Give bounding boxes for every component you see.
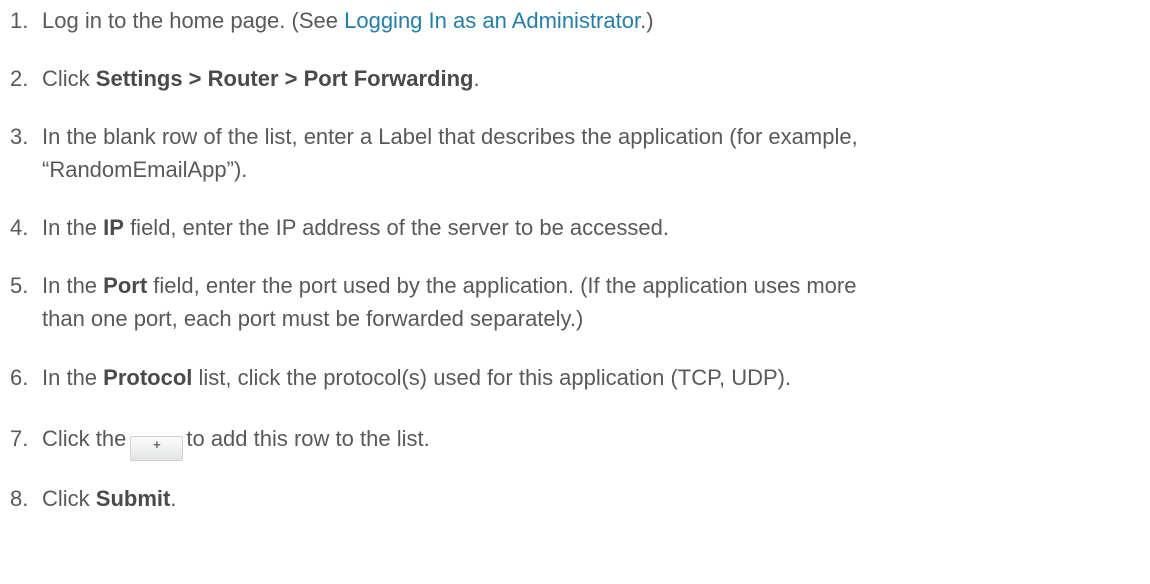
step-5: 5. In the Port field, enter the port use… — [10, 269, 1140, 335]
step-text-part: list, click the protocol(s) used for thi… — [192, 365, 792, 390]
field-name: Port — [103, 273, 148, 298]
step-4: 4. In the IP field, enter the IP address… — [10, 211, 1140, 244]
step-number: 7. — [10, 426, 29, 451]
step-text: In the Protocol list, click the protocol… — [42, 361, 1140, 394]
step-number: 5. — [10, 273, 29, 298]
add-row-button[interactable]: + — [130, 436, 184, 461]
step-number: 4. — [10, 215, 29, 240]
step-text-part: In the — [42, 215, 104, 240]
step-text-part: .) — [640, 8, 654, 33]
step-number: 3. — [10, 124, 29, 149]
step-text: Click the + to add this row to the list. — [42, 422, 1140, 461]
field-name: Protocol — [103, 365, 193, 390]
menu-path: Settings > Router > Port Forwarding — [95, 66, 474, 91]
step-text: Log in to the home page. (See Logging In… — [42, 4, 1140, 37]
step-3: 3. In the blank row of the list, enter a… — [10, 120, 1140, 186]
step-text-part: field, enter the IP address of the serve… — [123, 215, 669, 240]
step-text-part: In the — [42, 273, 104, 298]
step-text-line: “RandomEmailApp”). — [42, 157, 248, 182]
step-text: In the blank row of the list, enter a La… — [42, 120, 1140, 186]
step-text-line: In the blank row of the list, enter a La… — [42, 124, 858, 149]
step-text-part: . — [170, 486, 177, 511]
step-number: 8. — [10, 486, 29, 511]
step-text-part: In the — [42, 365, 104, 390]
step-1: 1. Log in to the home page. (See Logging… — [10, 4, 1140, 37]
step-text: Click Submit. — [42, 482, 1140, 515]
step-text-part: Click — [42, 486, 96, 511]
step-number: 6. — [10, 365, 29, 390]
step-text-part: . — [473, 66, 480, 91]
step-number: 1. — [10, 8, 29, 33]
step-7: 7. Click the + to add this row to the list… — [10, 422, 1140, 461]
step-text-part: Click — [42, 66, 96, 91]
step-text-part: Click the — [42, 426, 127, 451]
step-text: Click Settings > Router > Port Forwardin… — [42, 62, 1140, 95]
step-text-part: field, enter the port used by the applic… — [147, 273, 857, 298]
step-text: In the IP field, enter the IP address of… — [42, 211, 1140, 244]
step-6: 6. In the Protocol list, click the proto… — [10, 361, 1140, 394]
step-text-line: than one port, each port must be forward… — [42, 306, 584, 331]
step-text-part: to add this row to the list. — [186, 426, 430, 451]
step-text: In the Port field, enter the port used b… — [42, 269, 1140, 335]
field-name: IP — [103, 215, 124, 240]
logging-in-admin-link[interactable]: Logging In as an Administrator — [344, 8, 640, 33]
step-text-part: Log in to the home page. (See — [42, 8, 345, 33]
submit-label: Submit — [95, 486, 171, 511]
step-number: 2. — [10, 66, 29, 91]
step-2: 2. Click Settings > Router > Port Forwar… — [10, 62, 1140, 95]
step-8: 8. Click Submit. — [10, 482, 1140, 515]
